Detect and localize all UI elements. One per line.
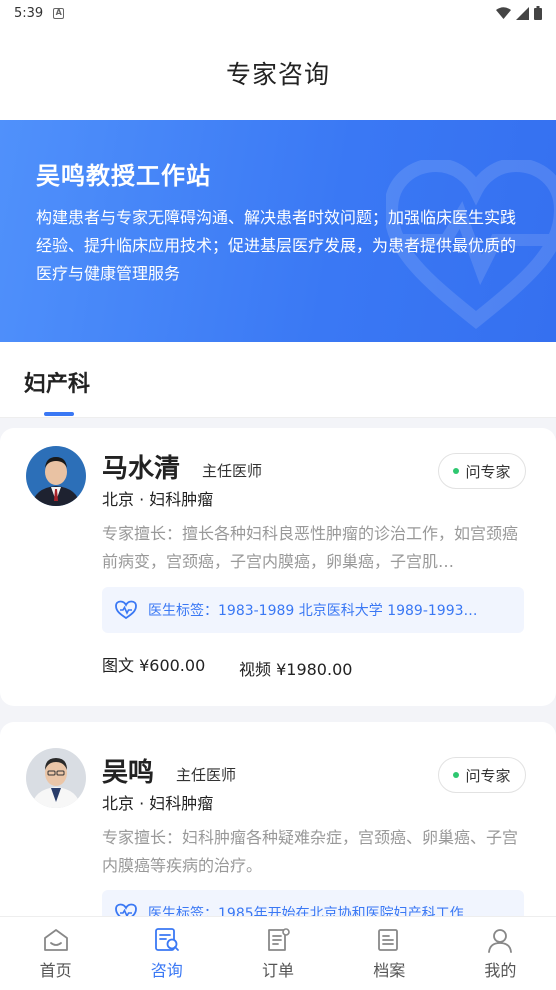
bottom-nav: 首页 咨询 订单 档案 我的 bbox=[0, 916, 556, 990]
nav-item-consult[interactable]: 咨询 bbox=[111, 917, 222, 990]
order-icon bbox=[268, 928, 290, 951]
ask-expert-button[interactable]: 问专家 bbox=[438, 757, 526, 793]
doctor-specialty: 专家擅长：擅长各种妇科良恶性肿瘤的诊治工作，如宫颈癌前病变，宫颈癌，子宫内膜癌，… bbox=[102, 524, 519, 571]
nav-label-home: 首页 bbox=[39, 961, 72, 980]
doctor-location: 北京 · 妇科肿瘤 bbox=[102, 794, 214, 813]
ask-expert-button[interactable]: 问专家 bbox=[438, 453, 526, 489]
doctor-tag-text: 医生标签：1983-1989 北京医科大学 1989-1993… bbox=[148, 603, 478, 619]
battery-icon bbox=[534, 6, 542, 20]
avatar bbox=[26, 748, 86, 808]
nav-item-archive[interactable]: 档案 bbox=[334, 917, 445, 990]
nav-item-profile[interactable]: 我的 bbox=[445, 917, 556, 990]
banner-description: 构建患者与专家无障碍沟通、解决患者时效问题；加强临床医生实践经验、提升临床应用技… bbox=[36, 208, 517, 283]
consult-icon bbox=[154, 928, 179, 951]
profile-icon bbox=[488, 929, 513, 953]
doctor-tag: 医生标签：1983-1989 北京医科大学 1989-1993… bbox=[102, 587, 524, 633]
title-bar: 专家咨询 bbox=[0, 26, 556, 120]
price-video-consult: 视频 ¥1980.00 bbox=[239, 660, 353, 679]
tab-obstetrics-gynecology[interactable]: 妇产科 bbox=[24, 366, 90, 398]
tab-active-indicator bbox=[44, 412, 74, 416]
price-text-consult: 图文 ¥600.00 bbox=[102, 656, 206, 675]
doctor-card[interactable]: 马水清 主任医师 北京 · 妇科肿瘤 问专家 专家擅长：擅长各种妇科良恶性肿瘤的… bbox=[0, 428, 556, 706]
status-bar: 5:39 A bbox=[0, 0, 556, 26]
avatar bbox=[26, 446, 86, 506]
heart-pulse-icon bbox=[115, 600, 137, 620]
doctor-specialty: 专家擅长：妇科肿瘤各种疑难杂症，宫颈癌、卵巢癌、子宫内膜癌等疾病的治疗。 bbox=[102, 828, 519, 875]
home-icon bbox=[43, 929, 68, 951]
banner-title: 吴鸣教授工作站 bbox=[36, 162, 211, 190]
workstation-banner: 吴鸣教授工作站 构建患者与专家无障碍沟通、解决患者时效问题；加强临床医生实践经验… bbox=[0, 120, 556, 342]
doctor-rank: 主任医师 bbox=[202, 462, 263, 480]
doctor-name: 吴鸣 bbox=[102, 758, 155, 788]
nav-item-orders[interactable]: 订单 bbox=[222, 917, 333, 990]
online-dot bbox=[453, 468, 460, 474]
status-icons bbox=[496, 6, 542, 20]
doctor-rank: 主任医师 bbox=[176, 766, 237, 784]
online-dot bbox=[453, 772, 460, 778]
ask-expert-label: 问专家 bbox=[465, 766, 511, 785]
nav-label-orders: 订单 bbox=[262, 961, 295, 980]
ask-expert-label: 问专家 bbox=[465, 462, 511, 481]
a-icon: A bbox=[53, 7, 65, 19]
nav-item-home[interactable]: 首页 bbox=[0, 917, 111, 990]
nav-label-consult: 咨询 bbox=[150, 961, 183, 980]
status-time: 5:39 bbox=[14, 5, 44, 21]
archive-icon bbox=[378, 929, 399, 951]
doctor-location: 北京 · 妇科肿瘤 bbox=[102, 490, 214, 509]
nav-label-archive: 档案 bbox=[373, 961, 406, 980]
signal-icon bbox=[516, 6, 529, 20]
nav-label-profile: 我的 bbox=[484, 961, 517, 980]
page-title: 专家咨询 bbox=[225, 60, 330, 89]
doctor-name: 马水清 bbox=[102, 454, 181, 484]
wifi-icon bbox=[496, 6, 511, 19]
department-tabs: 妇产科 bbox=[0, 342, 556, 418]
